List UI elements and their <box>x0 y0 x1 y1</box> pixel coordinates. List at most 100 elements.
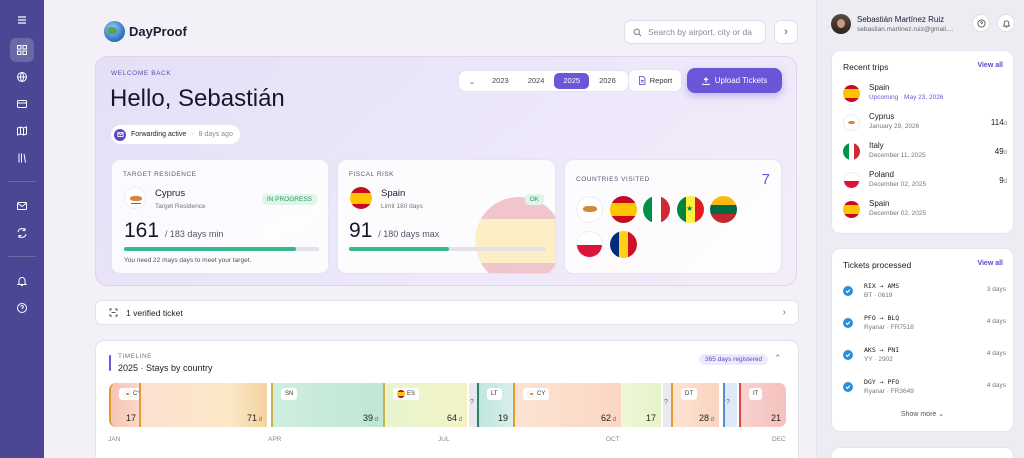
segment-days: 19 <box>497 413 508 423</box>
timeline-segment[interactable]: ? <box>469 383 477 427</box>
trip-item[interactable]: Spain Upcoming · May 23, 2026 <box>843 83 1007 107</box>
welcome-hero: WELCOME BACK Hello, Sebastián Forwarding… <box>95 56 797 286</box>
timeline-segment[interactable]: CY 62 d <box>513 383 621 427</box>
trip-days: 49d <box>994 147 1007 156</box>
ticket-route: RIX → AMS <box>864 282 900 290</box>
show-more-button[interactable]: Show more ⌄ <box>832 410 1013 418</box>
timeline-segment[interactable]: DT 28 d <box>671 383 719 427</box>
spain-flag-icon <box>397 390 405 398</box>
spain-flag-icon <box>610 196 637 223</box>
month-label: JAN <box>108 436 121 443</box>
timeline-segment[interactable]: LT 19 <box>477 383 513 427</box>
ticket-age: 4 days <box>986 318 1006 325</box>
poland-flag-icon <box>576 231 603 258</box>
trip-country: Poland <box>869 170 894 179</box>
fiscal-days-value: 91 <box>349 219 373 242</box>
bell-icon[interactable] <box>10 269 34 293</box>
check-icon <box>843 286 853 296</box>
upload-tickets-button[interactable]: Upload Tickets <box>687 68 782 93</box>
year-option-2025[interactable]: 2025 <box>554 73 590 89</box>
ticket-item[interactable]: RIX → AMS BT · 0619 3 days <box>843 282 1006 306</box>
fiscal-progress-bar <box>349 247 546 251</box>
year-option-2026[interactable]: 2026 <box>590 73 625 89</box>
unknown-marker: ? <box>470 399 474 406</box>
dashboard-icon[interactable] <box>10 38 34 62</box>
year-option-2023[interactable]: 2023 <box>483 73 518 89</box>
greeting-heading: Hello, Sebastián <box>110 85 285 112</box>
tickets-view-all[interactable]: View all <box>977 260 1003 267</box>
target-residence-card[interactable]: TARGET RESIDENCE Cyprus Target Residence… <box>111 159 329 274</box>
trip-date: January 29, 2026 <box>869 123 920 130</box>
ticket-item[interactable]: PFO → BLQ Ryanar · FR7518 4 days <box>843 314 1006 338</box>
status-badge: OK <box>524 194 544 205</box>
documents-icon[interactable] <box>10 146 34 170</box>
search-input[interactable] <box>648 27 758 37</box>
timeline-segment[interactable]: CY 17 <box>109 383 139 427</box>
segment-tag: DT <box>681 388 697 400</box>
mail-icon[interactable] <box>10 194 34 218</box>
timeline-segment[interactable]: SN 39 d <box>271 383 383 427</box>
ticket-item[interactable]: DGY → PFO Ryanar · FR3649 4 days <box>843 378 1006 402</box>
upload-label: Upload Tickets <box>714 76 768 85</box>
segment-days: 21 <box>770 413 781 423</box>
trip-item[interactable]: Spain December 02, 2025 <box>843 199 1007 223</box>
ticket-item[interactable]: AKS → PNI YY · 2902 4 days <box>843 346 1006 370</box>
ticket-age: 3 days <box>986 286 1006 293</box>
timeline-segment[interactable]: ES 64 d <box>383 383 467 427</box>
profile[interactable]: Sebastián Martínez Ruiz sebastian.martin… <box>831 14 953 34</box>
forwarding-status[interactable]: Forwarding active · 8 days ago <box>111 125 240 144</box>
trip-country: Cyprus <box>869 112 895 121</box>
segment-days: 28 d <box>698 413 714 423</box>
map-icon[interactable] <box>10 119 34 143</box>
month-label: JUL <box>438 436 450 443</box>
fiscal-days: 91 / 180 days max <box>349 219 439 243</box>
timeline-segment[interactable]: ? <box>663 383 671 427</box>
trip-item[interactable]: Cyprus January 29, 2026 114d <box>843 112 1007 136</box>
ticket-route: PFO → BLQ <box>864 314 900 322</box>
segment-tag: CY <box>119 388 139 400</box>
year-selector[interactable]: ⌄ 2023 2024 2025 2026 <box>458 70 629 92</box>
help-button[interactable] <box>972 14 990 32</box>
fiscal-risk-card[interactable]: FISCAL RISK Spain Limit 180 days OK 91 /… <box>337 159 556 274</box>
ticket-flight: YY · 2902 <box>864 356 893 363</box>
profile-email: sebastian.martinez.ruiz@gmail.... <box>857 26 954 33</box>
trip-country: Italy <box>869 141 884 150</box>
segment-tag: ES <box>393 388 420 400</box>
app-logo[interactable]: DayProof <box>104 21 187 42</box>
forward-button[interactable]: › <box>774 20 798 44</box>
trip-item[interactable]: Italy December 11, 2025 49d <box>843 141 1007 165</box>
globe-icon[interactable] <box>10 65 34 89</box>
timeline-segment[interactable]: IT 21 <box>739 383 786 427</box>
italy-flag-icon <box>643 196 670 223</box>
card-label: FISCAL RISK <box>349 171 394 178</box>
help-icon[interactable] <box>10 296 34 320</box>
chevron-right-icon: › <box>784 26 788 38</box>
ticket-icon[interactable] <box>10 92 34 116</box>
timeline-segment[interactable]: ? <box>723 383 737 427</box>
upload-icon <box>702 76 710 85</box>
timeline-segment[interactable]: 17 <box>621 383 661 427</box>
sync-icon[interactable] <box>10 221 34 245</box>
notifications-button[interactable] <box>997 14 1015 32</box>
search-icon <box>633 28 642 36</box>
countries-count: 7 <box>761 171 770 188</box>
avatar[interactable] <box>831 14 851 34</box>
search-box[interactable] <box>624 20 766 44</box>
chevron-down-icon[interactable]: ⌄ <box>462 77 482 86</box>
timeline-title: 2025 · Stays by country <box>118 363 213 373</box>
year-option-2024[interactable]: 2024 <box>519 73 554 89</box>
trip-date: December 02, 2025 <box>869 181 927 188</box>
menu-icon[interactable] <box>10 8 34 32</box>
tickets-title: Tickets processed <box>843 260 912 270</box>
chevron-up-icon[interactable]: ⌃ <box>774 353 782 364</box>
countries-visited-card[interactable]: COUNTRIES VISITED 7 ★ <box>564 159 782 274</box>
trip-item[interactable]: Poland December 02, 2025 9d <box>843 170 1007 194</box>
report-button[interactable]: Report <box>628 69 682 92</box>
timeline-segment[interactable]: 71 d <box>139 383 267 427</box>
ticket-route: AKS → PNI <box>864 346 900 354</box>
recent-trips-view-all[interactable]: View all <box>977 62 1003 69</box>
ticket-flight: Ryanar · FR7518 <box>864 324 914 331</box>
verified-tickets-bar[interactable]: 1 verified ticket › <box>95 300 799 325</box>
help-icon <box>976 18 986 28</box>
spain-flag-icon <box>350 187 372 209</box>
